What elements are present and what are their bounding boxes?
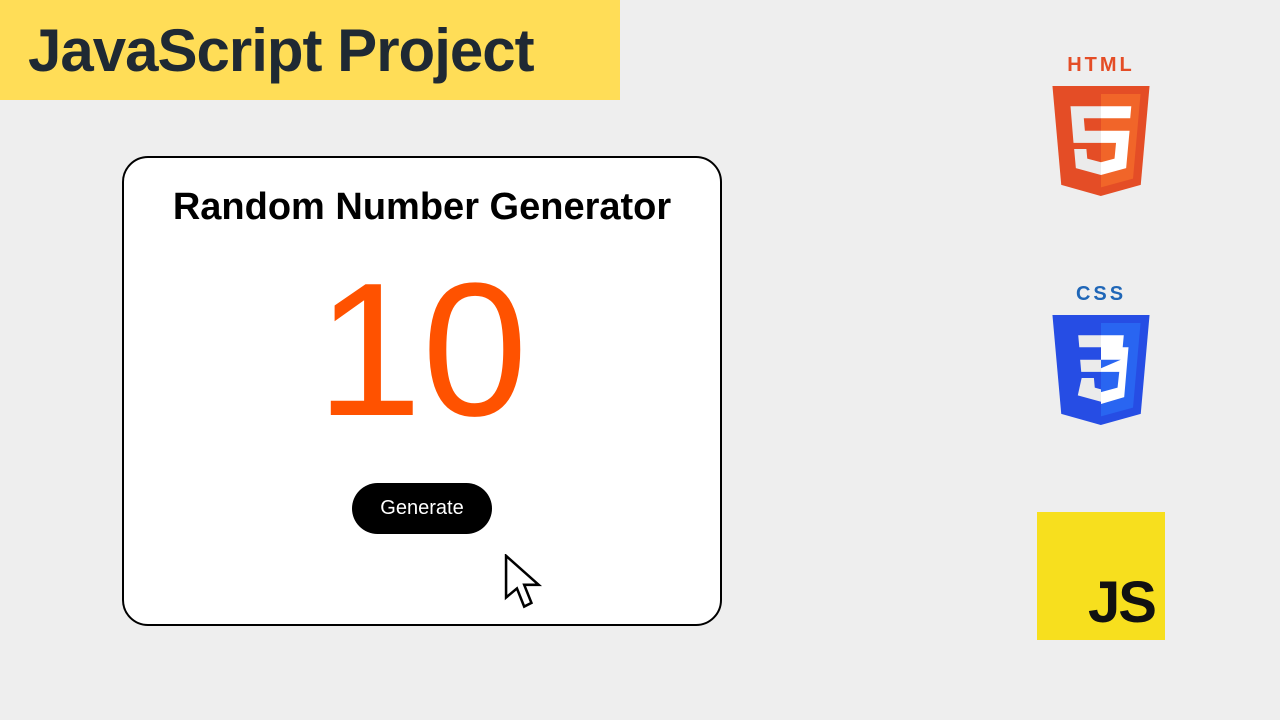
js-label: JS <box>1088 569 1155 636</box>
css3-label: CSS <box>1076 283 1126 306</box>
html5-shield-icon <box>1046 79 1156 203</box>
html5-label: HTML <box>1067 54 1135 77</box>
generator-card: Random Number Generator 10 Generate <box>122 156 722 626</box>
page-header: JavaScript Project <box>0 0 620 100</box>
html5-logo: HTML <box>1046 54 1156 203</box>
css3-shield-icon <box>1046 308 1156 432</box>
css3-logo: CSS <box>1046 283 1156 432</box>
generate-button[interactable]: Generate <box>352 483 491 534</box>
card-title: Random Number Generator <box>173 186 671 229</box>
page-title: JavaScript Project <box>28 16 534 85</box>
random-number-display: 10 <box>316 255 527 445</box>
tech-logos: HTML CSS JS <box>1026 54 1176 640</box>
js-logo: JS <box>1037 512 1165 640</box>
